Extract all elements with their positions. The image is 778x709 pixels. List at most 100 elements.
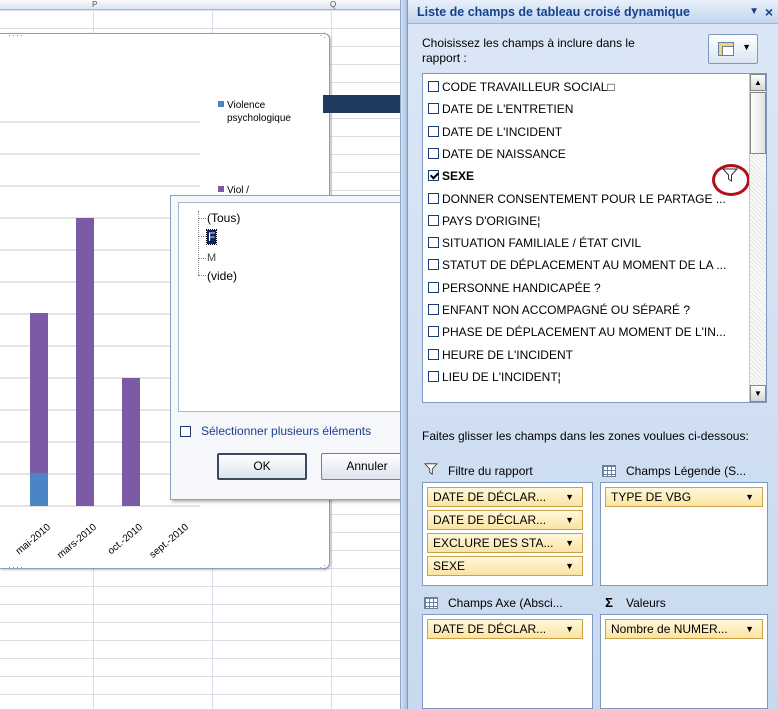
legend-field[interactable]: TYPE DE VBG ▼ bbox=[605, 487, 763, 507]
highlight-circle bbox=[712, 164, 750, 196]
axis-fields-zone[interactable]: DATE DE DÉCLAR... ▼ bbox=[422, 614, 593, 709]
field-item[interactable]: PHASE DE DÉPLACEMENT AU MOMENT DE L'IN..… bbox=[428, 321, 740, 343]
field-label: CODE TRAVAILLEUR SOCIAL□ bbox=[442, 80, 615, 94]
chevron-down-icon: ▼ bbox=[745, 624, 754, 634]
close-icon[interactable]: × bbox=[765, 0, 773, 23]
tree-connector bbox=[198, 218, 206, 219]
field-item[interactable]: DONNER CONSENTEMENT POUR LE PARTAGE ... bbox=[428, 188, 740, 210]
field-item[interactable]: PAYS D'ORIGINE¦ bbox=[428, 210, 740, 232]
sigma-icon: Σ bbox=[605, 595, 613, 610]
layout-icon bbox=[718, 42, 734, 56]
values-zone-title: Σ Valeurs bbox=[600, 594, 666, 612]
column-letter-q: Q bbox=[330, 0, 337, 9]
field-checkbox[interactable] bbox=[428, 326, 439, 338]
scroll-down-button[interactable]: ▼ bbox=[750, 385, 766, 402]
values-field[interactable]: Nombre de NUMER... ▼ bbox=[605, 619, 763, 639]
grid-icon bbox=[600, 462, 618, 480]
field-checkbox[interactable] bbox=[428, 281, 439, 293]
field-item[interactable]: ENFANT NON ACCOMPAGNÉ OU SÉPARÉ ? bbox=[428, 299, 740, 321]
field-label: DATE DE L'INCIDENT bbox=[442, 124, 563, 139]
filter-item-m[interactable]: M bbox=[207, 249, 216, 267]
column-header: P Q bbox=[0, 0, 400, 10]
chart-x-tick-label: sept.-2010 bbox=[148, 522, 192, 561]
field-checkbox[interactable] bbox=[428, 214, 439, 226]
filter-item-tree[interactable]: (Tous) F M (vide) bbox=[178, 202, 414, 412]
field-checkbox[interactable] bbox=[428, 237, 439, 249]
field-item[interactable]: CODE TRAVAILLEUR SOCIAL□ bbox=[428, 76, 740, 98]
report-filter-field[interactable]: SEXE ▼ bbox=[427, 556, 583, 576]
field-checkbox[interactable] bbox=[428, 81, 439, 92]
filter-item-empty[interactable]: (vide) bbox=[207, 267, 237, 285]
pane-splitter[interactable] bbox=[400, 0, 407, 709]
chart-bar[interactable] bbox=[76, 218, 94, 506]
legend-swatch bbox=[218, 101, 224, 107]
field-item[interactable]: LIEU DE L'INCIDENT¦ bbox=[428, 366, 740, 388]
legend-fields-zone[interactable]: TYPE DE VBG ▼ bbox=[600, 482, 768, 586]
field-checkbox[interactable] bbox=[428, 170, 439, 182]
tree-connector bbox=[198, 236, 206, 237]
field-list-layout-button[interactable]: ▼ bbox=[708, 34, 758, 64]
field-item[interactable]: DATE DE NAISSANCE bbox=[428, 143, 740, 165]
report-filter-field[interactable]: DATE DE DÉCLAR... ▼ bbox=[427, 510, 583, 530]
filter-item-f[interactable]: F bbox=[205, 228, 218, 246]
chevron-down-icon: ▼ bbox=[565, 492, 574, 502]
legend-swatch bbox=[218, 186, 224, 192]
field-item[interactable]: SITUATION FAMILIALE / ÉTAT CIVIL bbox=[428, 232, 740, 254]
choose-fields-label: Choisissez les champs à inclure dans le … bbox=[422, 36, 635, 65]
report-filter-zone-title: Filtre du rapport bbox=[422, 462, 533, 480]
scroll-thumb[interactable] bbox=[750, 92, 766, 154]
field-item[interactable]: DATE DE L'INCIDENT bbox=[428, 121, 740, 143]
table-header-band bbox=[323, 95, 400, 113]
report-filter-zone[interactable]: DATE DE DÉCLAR... ▼ DATE DE DÉCLAR... ▼ EX… bbox=[422, 482, 593, 586]
filter-item-all[interactable]: (Tous) bbox=[207, 209, 240, 227]
field-label: PERSONNE HANDICAPÉE ? bbox=[442, 280, 601, 295]
field-label: SEXE bbox=[442, 169, 475, 184]
field-item[interactable]: SEXE bbox=[428, 165, 740, 187]
axis-fields-zone-title: Champs Axe (Absci... bbox=[422, 594, 563, 612]
chart-x-tick-label: mai-2010 bbox=[14, 522, 53, 558]
chevron-down-icon: ▼ bbox=[565, 561, 574, 571]
select-multiple-checkbox[interactable]: Sélectionner plusieurs éléments bbox=[180, 422, 371, 440]
field-checkbox[interactable] bbox=[428, 192, 439, 204]
column-letter-p: P bbox=[92, 0, 98, 9]
report-filter-field[interactable]: DATE DE DÉCLAR... ▼ bbox=[427, 487, 583, 507]
field-label: DONNER CONSENTEMENT POUR LE PARTAGE ... bbox=[442, 191, 726, 206]
chart-bar[interactable] bbox=[122, 378, 140, 506]
axis-field[interactable]: DATE DE DÉCLAR... ▼ bbox=[427, 619, 583, 639]
field-checkbox[interactable] bbox=[428, 103, 439, 115]
field-checkbox[interactable] bbox=[428, 370, 439, 382]
field-checkbox[interactable] bbox=[428, 304, 439, 315]
field-label: PAYS D'ORIGINE¦ bbox=[442, 213, 541, 228]
field-checkbox[interactable] bbox=[428, 147, 439, 159]
field-item[interactable]: DATE DE L'ENTRETIEN bbox=[428, 98, 740, 120]
values-zone[interactable]: Nombre de NUMER... ▼ bbox=[600, 614, 768, 709]
pane-menu-caret-icon[interactable]: ▼ bbox=[749, 0, 759, 23]
chart-x-tick-label: mars-2010 bbox=[55, 522, 99, 561]
field-item[interactable]: HEURE DE L'INCIDENT bbox=[428, 344, 740, 366]
checkbox-icon[interactable] bbox=[180, 426, 191, 438]
chart-bar[interactable] bbox=[30, 313, 48, 473]
field-list-scrollbar[interactable]: ▲ ▼ bbox=[749, 74, 766, 402]
scroll-up-button[interactable]: ▲ bbox=[750, 74, 766, 91]
chevron-down-icon: ▼ bbox=[742, 42, 751, 52]
field-item[interactable]: STATUT DE DÉPLACEMENT AU MOMENT DE LA ..… bbox=[428, 254, 740, 276]
drag-fields-label: Faites glisser les champs dans les zones… bbox=[422, 429, 749, 443]
filter-funnel-icon bbox=[422, 462, 440, 480]
legend-label: psychologique bbox=[227, 113, 291, 124]
field-label: HEURE DE L'INCIDENT bbox=[442, 347, 573, 362]
field-label: DATE DE NAISSANCE bbox=[442, 146, 566, 161]
field-checkbox[interactable] bbox=[428, 259, 439, 271]
field-list[interactable]: CODE TRAVAILLEUR SOCIAL□ DATE DE L'ENTRET… bbox=[422, 73, 767, 403]
field-checkbox[interactable] bbox=[428, 348, 439, 360]
chevron-down-icon: ▼ bbox=[565, 624, 574, 634]
field-item[interactable]: PERSONNE HANDICAPÉE ? bbox=[428, 277, 740, 299]
chart-bar[interactable] bbox=[30, 473, 48, 506]
pane-title-bar[interactable]: Liste de champs de tableau croisé dynami… bbox=[408, 0, 778, 24]
tree-connector bbox=[198, 211, 199, 275]
field-label: ENFANT NON ACCOMPAGNÉ OU SÉPARÉ ? bbox=[442, 303, 691, 317]
report-filter-field[interactable]: EXCLURE DES STA... ▼ bbox=[427, 533, 583, 553]
tree-connector bbox=[198, 258, 206, 259]
ok-button[interactable]: OK bbox=[217, 453, 307, 480]
field-filter-dropdown[interactable]: (Tous) F M (vide) Sélectionner plusieurs… bbox=[170, 195, 422, 500]
field-checkbox[interactable] bbox=[428, 125, 439, 137]
